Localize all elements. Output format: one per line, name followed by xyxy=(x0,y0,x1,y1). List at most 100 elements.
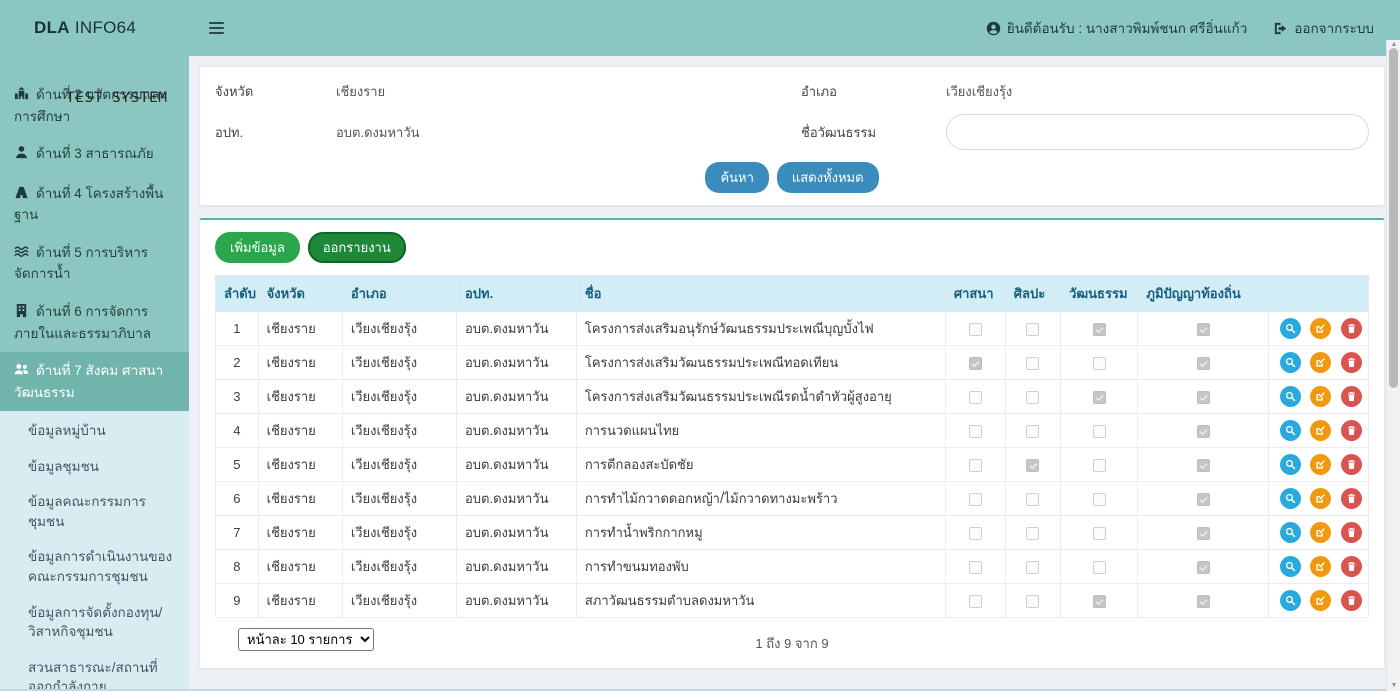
art-checkbox xyxy=(1026,595,1039,608)
wisdom-checkbox xyxy=(1197,425,1210,438)
sidebar-subitem-5[interactable]: ข้อมูลการจัดตั้งกองทุน/วิสาหกิจชุมชน xyxy=(0,595,189,650)
edit-button[interactable] xyxy=(1310,318,1331,339)
row-province: เชียงราย xyxy=(258,414,342,448)
culture-checkbox xyxy=(1093,493,1106,506)
edit-button[interactable] xyxy=(1310,420,1331,441)
wisdom-checkbox xyxy=(1197,595,1210,608)
test-system-watermark: TEST SYSTEM xyxy=(66,90,168,106)
row-name: การนวดแผนไทย xyxy=(576,414,945,448)
table-row: 6 เชียงราย เวียงเชียงรุ้ง อบต.ดงมหาวัน ก… xyxy=(216,482,1369,516)
edit-button[interactable] xyxy=(1310,386,1331,407)
row-name: การทำน้ำพริกกากหมู xyxy=(576,516,945,550)
sidebar-item-4[interactable]: ด้านที่ 5 การบริหารจัดการน้ำ xyxy=(0,234,189,293)
row-org: อบต.ดงมหาวัน xyxy=(456,414,576,448)
delete-button[interactable] xyxy=(1341,590,1362,611)
view-button[interactable] xyxy=(1280,420,1301,441)
edit-button[interactable] xyxy=(1310,556,1331,577)
sidebar-item-5[interactable]: ด้านที่ 6 การจัดการภายในและธรรมาภิบาล xyxy=(0,293,189,352)
pagination-range-text: 1 ถึง 9 จาก 9 xyxy=(215,633,1369,654)
delete-button[interactable] xyxy=(1341,352,1362,373)
row-name: โครงการส่งเสริมอนุรักษ์วัฒนธรรมประเพณีบุ… xyxy=(576,312,945,346)
table-row: 2 เชียงราย เวียงเชียงรุ้ง อบต.ดงมหาวัน โ… xyxy=(216,346,1369,380)
welcome-text: ยินดีต้อนรับ : นางสาวพิมพ์ชนก ศรีอิ่นแก้… xyxy=(1007,17,1248,39)
column-header: ลำดับ xyxy=(216,276,259,312)
user-menu[interactable]: ยินดีต้อนรับ : นางสาวพิมพ์ชนก ศรีอิ่นแก้… xyxy=(986,17,1248,39)
row-district: เวียงเชียงรุ้ง xyxy=(342,448,456,482)
culture-checkbox xyxy=(1093,527,1106,540)
religion-checkbox xyxy=(969,323,982,336)
view-button[interactable] xyxy=(1280,454,1301,475)
religion-checkbox xyxy=(969,561,982,574)
view-button[interactable] xyxy=(1280,556,1301,577)
delete-button[interactable] xyxy=(1341,488,1362,509)
edit-button[interactable] xyxy=(1310,352,1331,373)
sidebar-item-6[interactable]: ด้านที่ 7 สังคม ศาสนา วัฒนธรรม xyxy=(0,352,189,411)
sidebar-subitem-4[interactable]: ข้อมูลการดำเนินงานของคณะกรรมการชุมชน xyxy=(0,539,189,594)
view-button[interactable] xyxy=(1280,488,1301,509)
sidebar-item-2[interactable]: ด้านที่ 3 สาธารณภัย xyxy=(0,135,189,175)
view-button[interactable] xyxy=(1280,318,1301,339)
view-button[interactable] xyxy=(1280,352,1301,373)
culture-name-input[interactable] xyxy=(946,114,1369,150)
add-data-button[interactable]: เพิ่มข้อมูล xyxy=(215,232,300,263)
sidebar-submenu: ข้อมูลหมู่บ้าน ข้อมูลชุมชน ข้อมูลคณะกรรม… xyxy=(0,411,189,691)
row-province: เชียงราย xyxy=(258,482,342,516)
delete-button[interactable] xyxy=(1341,318,1362,339)
row-district: เวียงเชียงรุ้ง xyxy=(342,550,456,584)
column-header: จังหวัด xyxy=(258,276,342,312)
sidebar-item-label: ด้านที่ 5 การบริหารจัดการน้ำ xyxy=(14,245,148,282)
edit-button[interactable] xyxy=(1310,522,1331,543)
delete-button[interactable] xyxy=(1341,386,1362,407)
wisdom-checkbox xyxy=(1197,357,1210,370)
edit-button[interactable] xyxy=(1310,488,1331,509)
edit-button[interactable] xyxy=(1310,454,1331,475)
scrollbar-up-arrow[interactable]: ▲ xyxy=(1387,41,1400,48)
view-button[interactable] xyxy=(1280,386,1301,407)
scrollbar-down-arrow[interactable]: ▼ xyxy=(1387,682,1400,689)
row-number: 6 xyxy=(216,482,259,516)
art-checkbox xyxy=(1026,527,1039,540)
row-name: การทำไม้กวาดดอกหญ้า/ไม้กวาดทางมะพร้าว xyxy=(576,482,945,516)
sidebar-item-3[interactable]: ด้านที่ 4 โครงสร้างพื้นฐาน xyxy=(0,175,189,234)
sidebar-item-label: ด้านที่ 6 การจัดการภายในและธรรมาภิบาล xyxy=(14,304,151,341)
view-button[interactable] xyxy=(1280,590,1301,611)
app-logo-bold: DLA xyxy=(34,18,70,37)
column-header xyxy=(1268,276,1368,312)
column-header: อปท. xyxy=(456,276,576,312)
scrollbar-thumb[interactable] xyxy=(1389,48,1398,388)
delete-button[interactable] xyxy=(1341,420,1362,441)
export-report-button[interactable]: ออกรายงาน xyxy=(308,232,406,263)
wisdom-checkbox xyxy=(1197,323,1210,336)
table-header-row: ลำดับจังหวัดอำเภออปท.ชื่อศาสนาศิลปะวัฒนธ… xyxy=(216,276,1369,312)
column-header: ศิลปะ xyxy=(1005,276,1060,312)
menu-toggle-button[interactable] xyxy=(205,15,228,41)
row-number: 9 xyxy=(216,584,259,618)
row-org: อบต.ดงมหาวัน xyxy=(456,448,576,482)
show-all-button[interactable]: แสดงทั้งหมด xyxy=(777,162,879,193)
edit-button[interactable] xyxy=(1310,590,1331,611)
column-header: ศาสนา xyxy=(945,276,1005,312)
users-icon xyxy=(14,362,29,383)
sidebar-item-label: ด้านที่ 3 สาธารณภัย xyxy=(36,146,154,161)
top-navbar: DLA INFO64 ยินดีต้อนรับ : นางสาวพิมพ์ชนก… xyxy=(0,0,1400,56)
logout-label: ออกจากระบบ xyxy=(1294,17,1374,39)
sidebar-subitem-2[interactable]: ข้อมูลชุมชน xyxy=(0,449,189,485)
row-name: โครงการส่งเสริมวัฒนธรรมประเพณีรดน้ำดำหัว… xyxy=(576,380,945,414)
search-button[interactable]: ค้นหา xyxy=(705,162,768,193)
column-header: ภูมิปัญญาท้องถิ่น xyxy=(1138,276,1268,312)
art-checkbox xyxy=(1026,323,1039,336)
delete-button[interactable] xyxy=(1341,556,1362,577)
sidebar-subitem-3[interactable]: ข้อมูลคณะกรรมการชุมชน xyxy=(0,484,189,539)
logout-button[interactable]: ออกจากระบบ xyxy=(1273,17,1374,39)
sidebar-item-label: ด้านที่ 4 โครงสร้างพื้นฐาน xyxy=(14,186,163,223)
filter-panel: จังหวัด เชียงราย อำเภอ เวียงเชียงรุ้ง อป… xyxy=(199,66,1385,206)
sidebar-subitem-6[interactable]: สวนสาธารณะ/สถานที่ออกกำลังกาย xyxy=(0,650,189,691)
culture-checkbox xyxy=(1093,595,1106,608)
delete-button[interactable] xyxy=(1341,454,1362,475)
sidebar-subitem-1[interactable]: ข้อมูลหมู่บ้าน xyxy=(0,413,189,449)
delete-button[interactable] xyxy=(1341,522,1362,543)
art-checkbox xyxy=(1026,493,1039,506)
district-value: เวียงเชียงรุ้ง xyxy=(946,81,1369,102)
view-button[interactable] xyxy=(1280,522,1301,543)
vertical-scrollbar[interactable]: ▲ ▼ xyxy=(1386,40,1400,691)
